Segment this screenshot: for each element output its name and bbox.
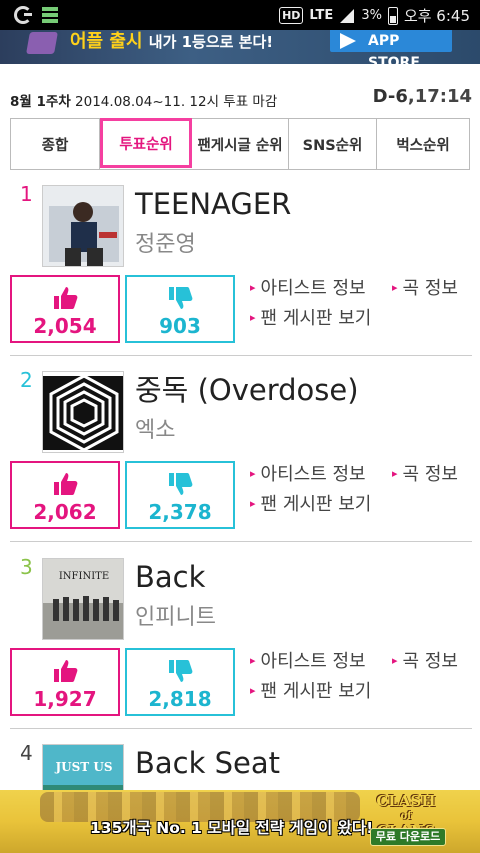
ad-headline: 어플 출시 내가 1등으로 본다! — [70, 30, 273, 54]
thumbs-up-icon — [54, 660, 78, 682]
song-title[interactable]: 중독 (Overdose) — [135, 374, 359, 406]
like-button[interactable]: 2,054 — [10, 275, 120, 343]
dislike-count: 2,818 — [148, 687, 212, 711]
week-period: 8월 1주차 2014.08.04~11. 12시 투표 마감 — [10, 90, 277, 110]
battery-icon — [387, 6, 398, 25]
free-download-button[interactable]: 무료 다운로드 — [370, 828, 446, 846]
song-title[interactable]: TEENAGER — [135, 188, 291, 220]
notification-app-icon — [14, 6, 32, 24]
fan-board-link[interactable]: 팬 게시판 보기 — [250, 304, 372, 330]
d-day: D-6 — [372, 86, 408, 107]
signal-icon — [340, 8, 355, 23]
ranking-tabs: 종합 투표순위 팬게시글 순위 SNS순위 벅스순위 — [10, 118, 470, 170]
rank-number: 2 — [20, 368, 33, 392]
clock: 오후 6:45 — [403, 7, 470, 25]
tab-overall[interactable]: 종합 — [11, 119, 100, 169]
hd-voice-badge: HD — [279, 7, 304, 24]
like-button[interactable]: 1,927 — [10, 648, 120, 716]
like-count: 2,054 — [33, 314, 97, 338]
artist-name[interactable]: 정준영 — [135, 226, 196, 258]
vote-period: 2014.08.04~11. 12시 투표 마감 — [70, 94, 278, 110]
rank-number: 1 — [20, 182, 33, 206]
network-type: LTE — [309, 8, 334, 23]
song-title[interactable]: Back Seat — [135, 747, 280, 779]
artist-name[interactable]: 엑소 — [135, 412, 175, 444]
chart-header: 8월 1주차 2014.08.04~11. 12시 투표 마감 D-6,17:1… — [10, 86, 472, 112]
song-info-link[interactable]: 곡 정보 — [392, 647, 458, 673]
tab-sns-ranking[interactable]: SNS순위 — [289, 119, 377, 169]
album-cover[interactable]: INFINITE — [42, 558, 124, 640]
dislike-button[interactable]: 903 — [125, 275, 235, 343]
like-count: 1,927 — [33, 687, 97, 711]
ad-subline: 내가 1등으로 본다! — [148, 33, 274, 51]
album-art-overdose — [43, 372, 123, 452]
dislike-count: 2,378 — [148, 500, 212, 524]
song-info-link[interactable]: 곡 정보 — [392, 460, 458, 486]
notification-list-icon — [42, 7, 58, 23]
top-banner-ad[interactable]: 어플 출시 내가 1등으로 본다! APP STORE — [0, 30, 480, 64]
album-cover[interactable] — [42, 371, 124, 453]
battery-percent: 3% — [361, 8, 382, 23]
rank-number: 3 — [20, 555, 33, 579]
game-logo-line1: CLASH — [376, 792, 436, 810]
app-store-button[interactable]: APP STORE — [330, 30, 452, 64]
thumbs-down-icon — [169, 660, 193, 682]
song-info-link[interactable]: 곡 정보 — [392, 274, 458, 300]
dislike-count: 903 — [159, 314, 201, 338]
divider — [10, 541, 472, 542]
thumbs-down-icon — [169, 473, 193, 495]
ad-app-icon — [26, 32, 58, 54]
artist-name[interactable]: 인피니트 — [135, 599, 216, 631]
bottom-banner-ad[interactable]: 135개국 No. 1 모바일 전략 게임이 왔다! CLASH of CLAN… — [0, 790, 480, 853]
song-title[interactable]: Back — [135, 561, 205, 593]
artist-info-link[interactable]: 아티스트 정보 — [250, 647, 366, 673]
thumbs-up-icon — [54, 473, 78, 495]
cover-logo-text: JUST US — [54, 760, 112, 774]
thumbs-down-icon — [169, 287, 193, 309]
week-label: 8월 1주차 — [10, 94, 71, 110]
rank-number: 4 — [20, 741, 33, 765]
ad-text: 135개국 No. 1 모바일 전략 게임이 왔다! — [90, 819, 374, 837]
tab-vote-ranking[interactable]: 투표순위 — [100, 118, 192, 168]
divider — [10, 728, 472, 729]
album-art-back: INFINITE — [43, 559, 123, 639]
fan-board-link[interactable]: 팬 게시판 보기 — [250, 677, 372, 703]
divider — [10, 355, 472, 356]
artist-info-link[interactable]: 아티스트 정보 — [250, 274, 366, 300]
like-button[interactable]: 2,062 — [10, 461, 120, 529]
countdown-time: ,17:14 — [407, 86, 472, 107]
thumbs-up-icon — [54, 287, 78, 309]
tab-bugs-ranking[interactable]: 벅스순위 — [377, 119, 469, 169]
tab-fan-post-ranking[interactable]: 팬게시글 순위 — [192, 119, 289, 169]
like-count: 2,062 — [33, 500, 97, 524]
ad-headline-text: 어플 출시 — [70, 31, 143, 52]
status-bar: HD LTE 3% 오후 6:45 — [0, 0, 480, 30]
fan-board-link[interactable]: 팬 게시판 보기 — [250, 490, 372, 516]
cover-logo-text: INFINITE — [59, 571, 109, 582]
dislike-button[interactable]: 2,378 — [125, 461, 235, 529]
album-cover[interactable] — [42, 185, 124, 267]
album-art-teenager — [43, 186, 123, 266]
artist-info-link[interactable]: 아티스트 정보 — [250, 460, 366, 486]
countdown: D-6,17:14 — [373, 86, 472, 107]
dislike-button[interactable]: 2,818 — [125, 648, 235, 716]
